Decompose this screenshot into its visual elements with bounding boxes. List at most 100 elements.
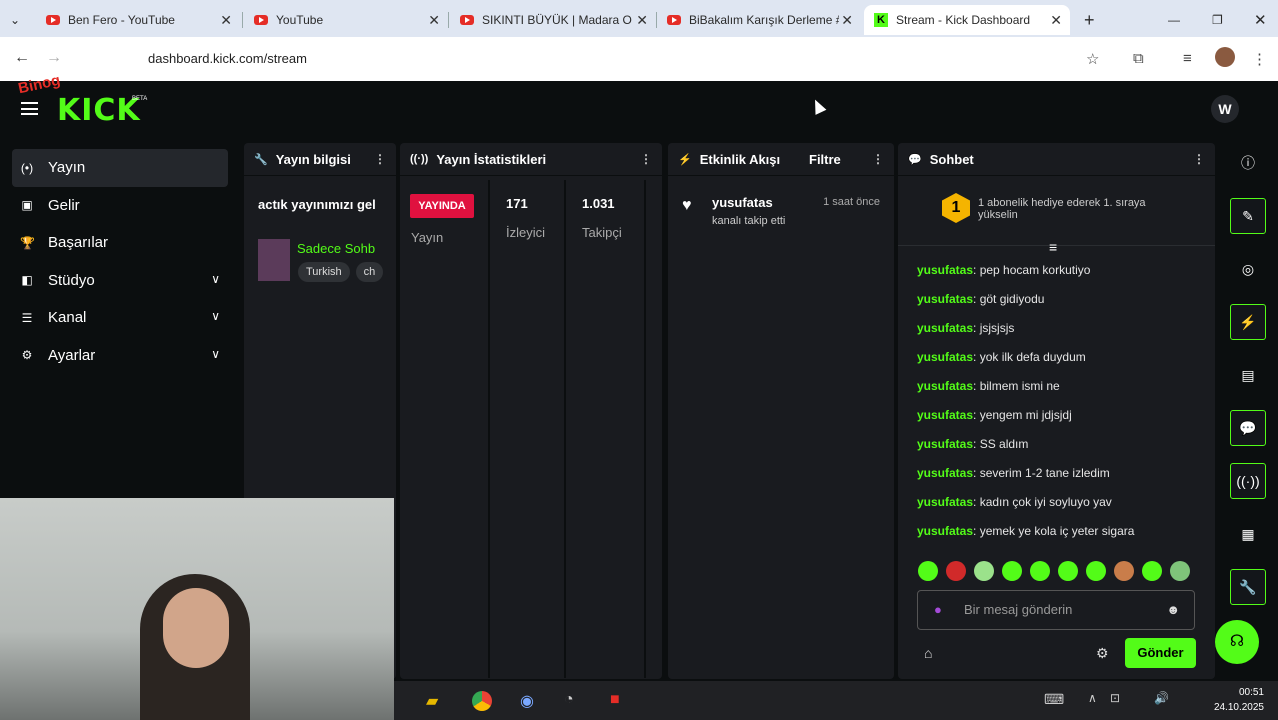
heart-icon: ♥ <box>682 197 692 214</box>
url-field[interactable]: dashboard.kick.com/stream <box>78 43 1108 75</box>
notes-icon[interactable]: ▤ <box>1230 357 1266 393</box>
edit-icon[interactable]: ✎ <box>1230 198 1266 234</box>
sidebar-item-studyo[interactable]: ◧ Stüdyo ∨ <box>12 262 228 300</box>
sidebar-item-gelir[interactable]: ▣ Gelir <box>12 187 228 225</box>
user-avatar[interactable]: W <box>1211 95 1239 123</box>
close-icon[interactable]: ✕ <box>841 12 853 29</box>
forward-icon[interactable]: → <box>46 49 62 67</box>
maximize-button[interactable]: ❐ <box>1202 5 1232 35</box>
obs-icon[interactable]: ◔ <box>564 691 574 709</box>
category-link[interactable]: Sadece Sohb <box>297 241 393 256</box>
tab-sikinti[interactable]: SIKINTI BÜYÜK | Madara Old ✕ <box>450 5 656 35</box>
window-close-button[interactable]: ✕ <box>1244 5 1274 35</box>
chevron-down-icon: ∨ <box>211 271 220 286</box>
minimize-button[interactable]: — <box>1158 5 1188 35</box>
layout-icon[interactable]: ▦ <box>1230 516 1266 552</box>
microphone-icon[interactable]: ● <box>934 591 942 629</box>
sidebar-item-kanal[interactable]: ☰ Kanal ∨ <box>12 299 228 337</box>
tag: ch <box>355 262 384 282</box>
emote-icon[interactable] <box>1086 561 1106 581</box>
emote-icon[interactable] <box>1002 561 1022 581</box>
tab-youtube[interactable]: YouTube ✕ <box>244 5 448 35</box>
more-icon[interactable]: ⋮ <box>640 152 652 166</box>
new-tab-button[interactable]: + <box>1074 5 1104 35</box>
chat-message: yusufatas: severim 1-2 tane izledim <box>917 466 1110 480</box>
more-icon[interactable]: ⋮ <box>374 152 386 166</box>
emote-icon[interactable] <box>946 561 966 581</box>
stream-stats-panel: ((·)) Yayın İstatistikleri ⋮ YAYINDA Yayın… <box>400 143 662 679</box>
extensions-icon[interactable]: ⧉ <box>1133 50 1144 67</box>
more-icon[interactable]: ⋮ <box>1193 152 1205 166</box>
gear-icon: ⚙ <box>21 348 33 363</box>
star-icon[interactable]: ☆ <box>1086 50 1099 68</box>
activity-user[interactable]: yusufatas <box>712 195 773 210</box>
send-button[interactable]: Gönder <box>1125 638 1196 668</box>
chevron-up-icon[interactable]: ∧ <box>1088 691 1097 705</box>
windows-taskbar: ▰ ◉ ◔ ■ ⌨ ∧ ⊡ 🔊 00:51 24.10.2025 <box>394 681 1278 720</box>
panel-header: ((·)) Yayın İstatistikleri ⋮ <box>400 143 662 176</box>
chat-message: yusufatas: jsjsjsjs <box>917 321 1015 335</box>
sidebar-item-yayin[interactable]: (•) Yayın <box>12 149 228 187</box>
emote-icon[interactable] <box>1058 561 1078 581</box>
panel-header: 💬 Sohbet ⋮ <box>898 143 1215 176</box>
store-icon[interactable]: ⌂ <box>924 645 932 661</box>
screenshot-icon[interactable]: ◎ <box>1230 251 1266 287</box>
emote-icon[interactable] <box>1030 561 1050 581</box>
broadcast-icon[interactable]: ((·)) <box>1230 463 1266 499</box>
chat-message: yusufatas: yemek ye kola iç yeter sigara <box>917 524 1135 538</box>
volume-icon[interactable]: 🔊 <box>1154 691 1169 705</box>
tab-ben-fero[interactable]: Ben Fero - YouTube ✕ <box>36 5 240 35</box>
more-icon[interactable]: ⋮ <box>872 152 884 166</box>
app-icon[interactable]: ◉ <box>520 691 534 711</box>
menu-icon[interactable]: ⋮ <box>1252 50 1267 68</box>
app-red-icon[interactable]: ■ <box>610 691 620 709</box>
lightning-icon[interactable]: ⚡ <box>1230 304 1266 340</box>
close-icon[interactable]: ✕ <box>220 12 232 29</box>
back-icon[interactable]: ← <box>14 49 30 67</box>
emote-icon[interactable] <box>974 561 994 581</box>
chat-settings-icon[interactable]: ⚙ <box>1096 645 1109 662</box>
chat-input[interactable]: Bir mesaj gönderin ● ☻ <box>917 590 1195 630</box>
expand-icon[interactable]: ≡ <box>1049 239 1057 255</box>
emote-icon[interactable] <box>1170 561 1190 581</box>
profile-avatar[interactable] <box>1215 47 1235 67</box>
sidebar-item-ayarlar[interactable]: ⚙ Ayarlar ∨ <box>12 337 228 375</box>
viewer-count: 171 <box>506 196 528 211</box>
sidebar: (•) Yayın ▣ Gelir 🏆 Başarılar ◧ Stüdyo ∨ ☰ Kan… <box>12 149 228 374</box>
wrench-icon: 🔧 <box>254 153 268 166</box>
emote-icon[interactable] <box>918 561 938 581</box>
emote-icon[interactable] <box>1142 561 1162 581</box>
filter-button[interactable]: Filtre <box>809 152 841 167</box>
tag: Turkish <box>298 262 350 282</box>
chat-message: yusufatas: yengem mi jdjsjdj <box>917 408 1072 422</box>
close-icon[interactable]: ✕ <box>1050 12 1062 29</box>
close-icon[interactable]: ✕ <box>428 12 440 29</box>
media-icon[interactable]: ≡ <box>1183 50 1192 67</box>
tab-search-button[interactable]: ⌄ <box>0 5 30 35</box>
tab-bibakalim[interactable]: BiBakalım Karışık Derleme # ✕ <box>657 5 861 35</box>
emoji-icon[interactable]: ☻ <box>1166 591 1180 629</box>
emote-icon[interactable] <box>1114 561 1134 581</box>
youtube-icon <box>667 15 681 25</box>
youtube-icon <box>460 15 474 25</box>
sidebar-item-basarilar[interactable]: 🏆 Başarılar <box>12 224 228 262</box>
right-toolbar: ⓘ ✎ ◎ ⚡ ▤ 💬 ((·)) ▦ 🔧 <box>1230 145 1268 622</box>
chat-icon[interactable]: 💬 <box>1230 410 1266 446</box>
wrench-icon[interactable]: 🔧 <box>1230 569 1266 605</box>
chat-message: yusufatas: bilmem ismi ne <box>917 379 1060 393</box>
tab-kick-dashboard[interactable]: K Stream - Kick Dashboard ✕ <box>864 5 1070 35</box>
studio-icon: ◧ <box>21 273 33 288</box>
network-icon[interactable]: ⊡ <box>1110 691 1120 705</box>
close-icon[interactable]: ✕ <box>636 12 648 29</box>
activity-time: 1 saat önce <box>823 196 880 208</box>
file-explorer-icon[interactable]: ▰ <box>426 691 438 711</box>
system-clock[interactable]: 00:51 24.10.2025 <box>1214 685 1264 715</box>
chrome-icon[interactable] <box>472 691 492 711</box>
hamburger-menu-icon[interactable] <box>21 102 38 115</box>
address-bar: ← → ↻ dashboard.kick.com/stream ☆ ⧉ ≡ ⋮ <box>0 37 1278 81</box>
info-icon[interactable]: ⓘ <box>1230 145 1266 181</box>
kick-logo[interactable]: KICK <box>57 93 141 128</box>
mouse-cursor-icon <box>809 97 827 115</box>
keyboard-icon[interactable]: ⌨ <box>1044 691 1064 708</box>
headset-support-icon[interactable]: ☊ <box>1215 620 1259 664</box>
